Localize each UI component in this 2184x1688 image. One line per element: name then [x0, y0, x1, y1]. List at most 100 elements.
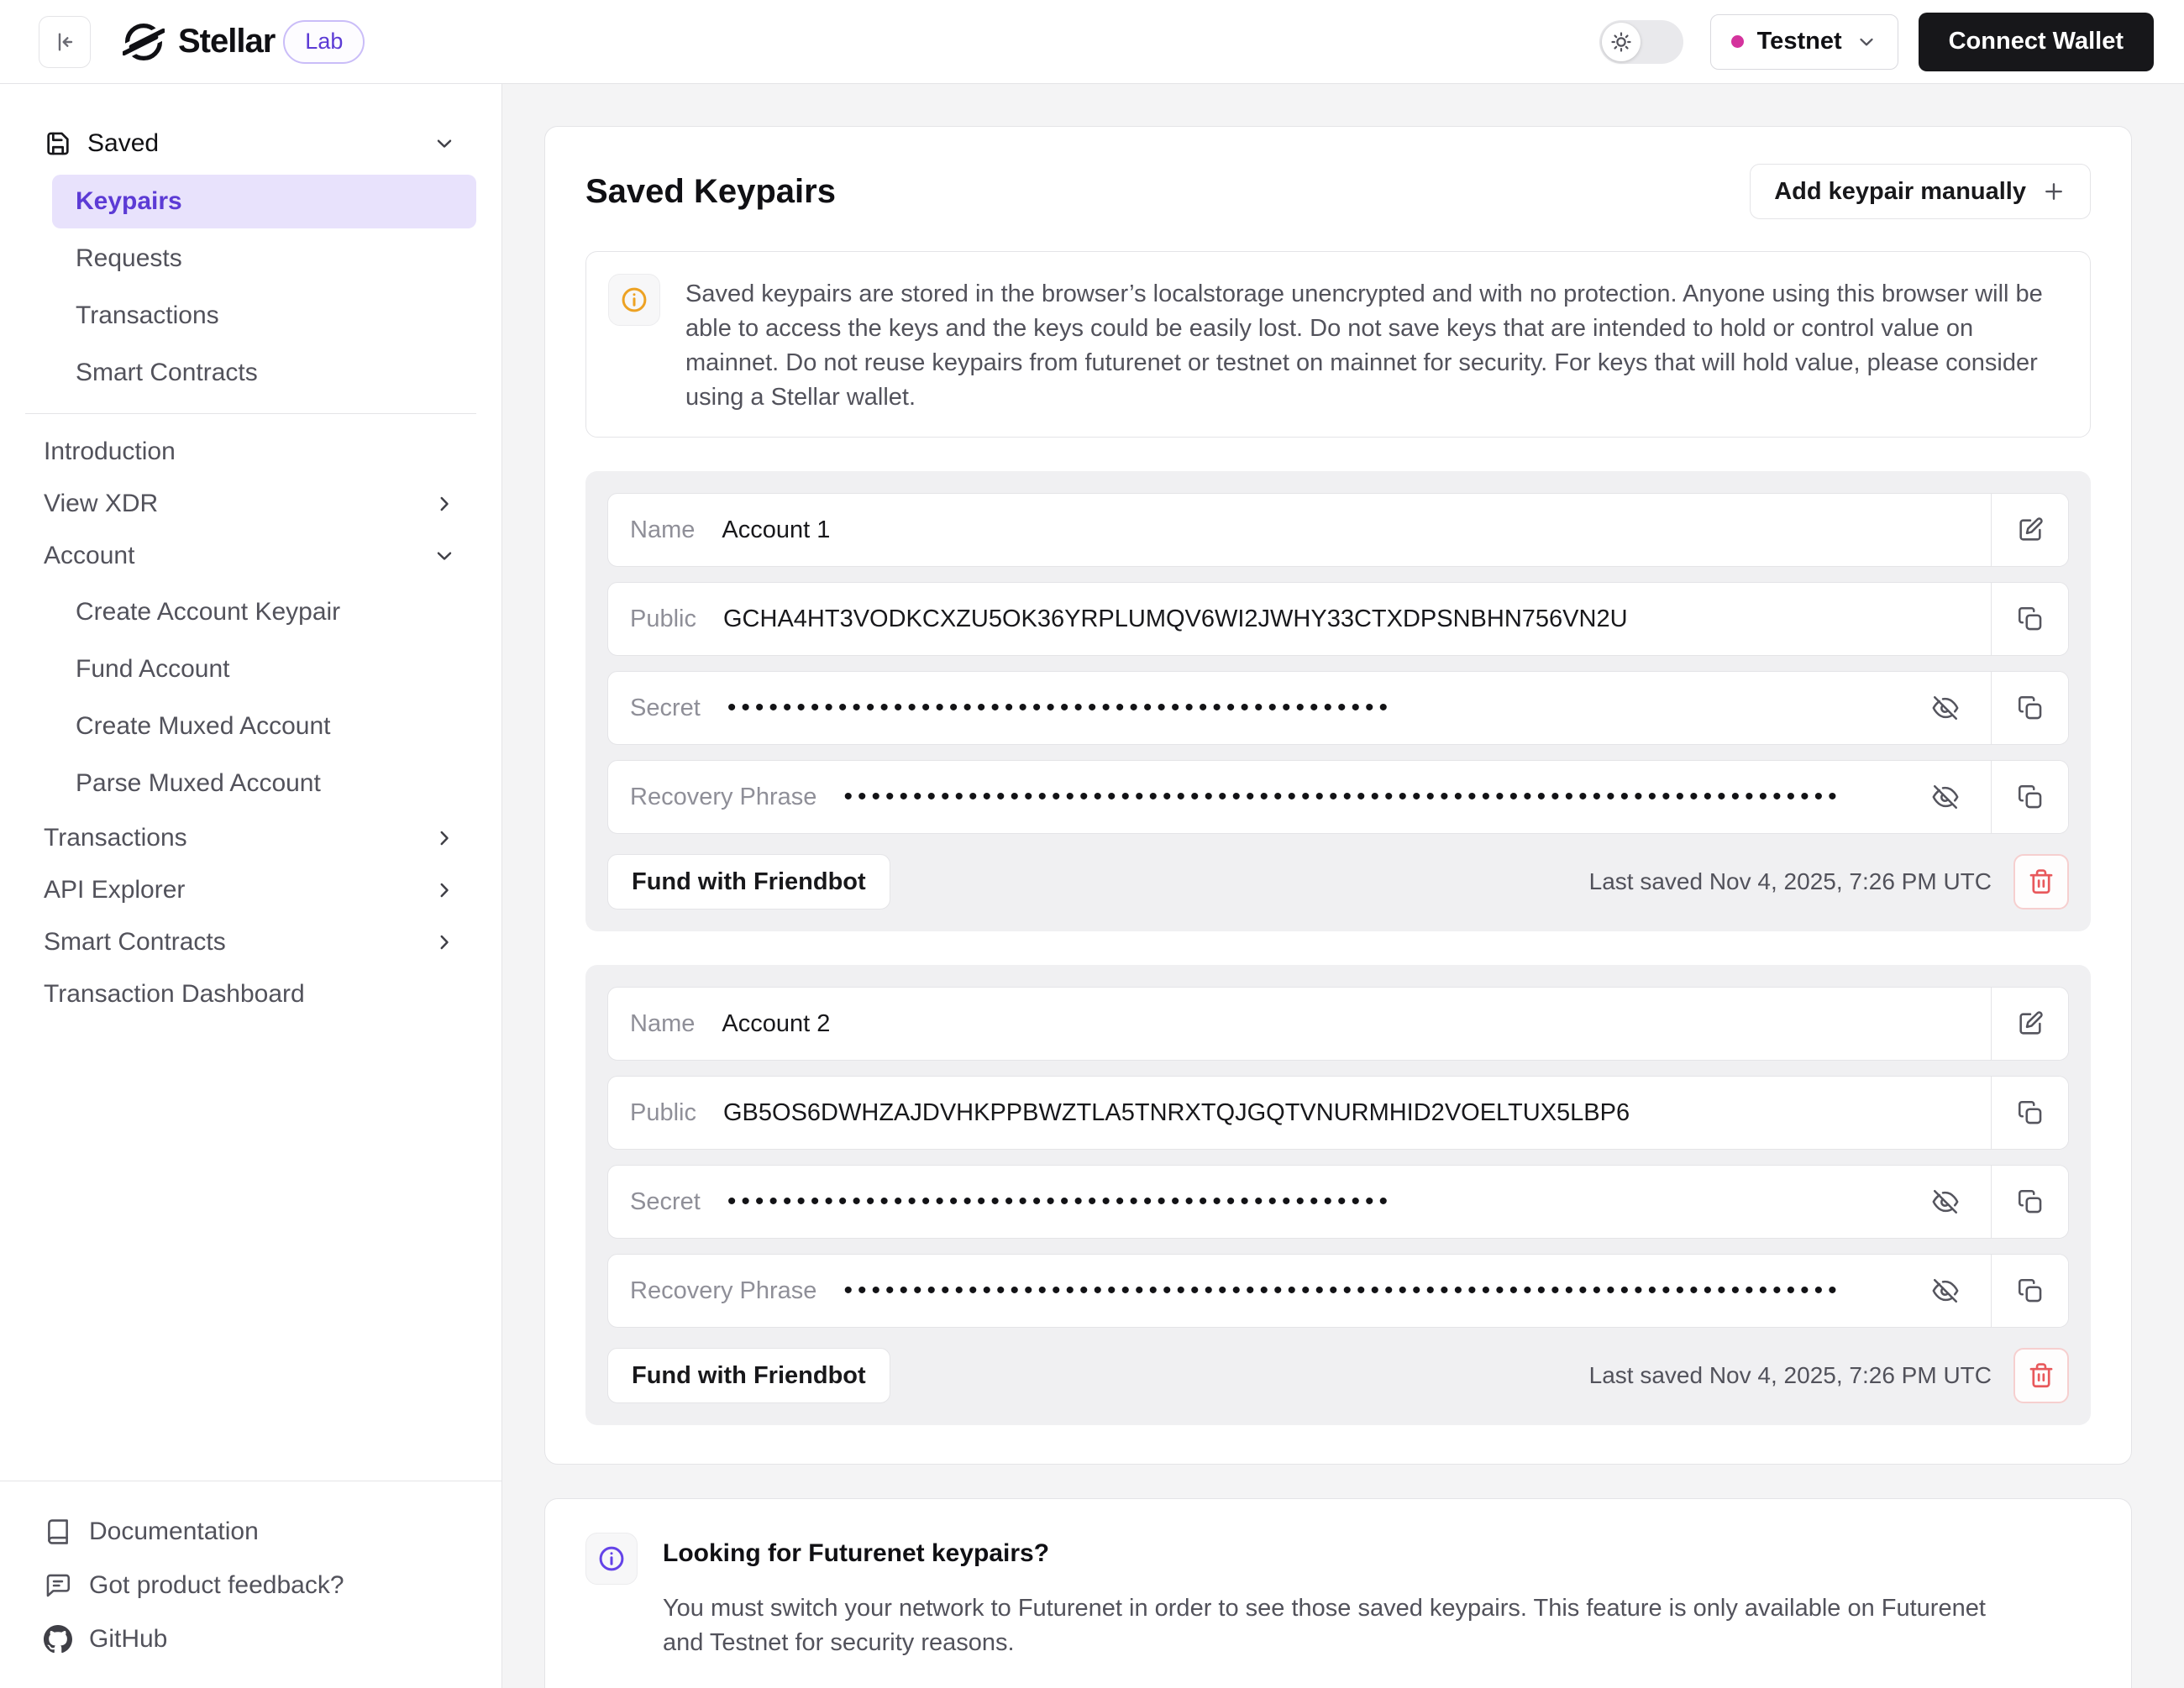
chevron-right-icon [433, 492, 456, 516]
chevron-down-icon [1856, 31, 1877, 53]
save-icon [44, 129, 72, 158]
public-key-field: Public GB5OS6DWHZAJDVHKPPBWZTLA5TNRXTQJG… [607, 1076, 2069, 1150]
fund-with-friendbot-button[interactable]: Fund with Friendbot [607, 1348, 890, 1403]
network-status-dot [1731, 35, 1744, 48]
collapse-sidebar-button[interactable] [39, 16, 91, 68]
book-icon [44, 1518, 72, 1546]
public-key-value: GB5OS6DWHZAJDVHKPPBWZTLA5TNRXTQJGQTVNURM… [723, 1099, 1630, 1127]
sidebar-section-saved[interactable]: Saved [25, 116, 476, 171]
sidebar-item-create-muxed-account[interactable]: Create Muxed Account [52, 700, 476, 753]
copy-public-key-button[interactable] [1991, 1077, 2068, 1149]
eye-off-icon [1931, 1276, 1960, 1305]
futurenet-info-card: Looking for Futurenet keypairs? You must… [544, 1498, 2132, 1688]
fund-with-friendbot-button[interactable]: Fund with Friendbot [607, 854, 890, 910]
copy-recovery-phrase-button[interactable] [1991, 1255, 2068, 1327]
sidebar-item-transaction-dashboard[interactable]: Transaction Dashboard [25, 968, 476, 1020]
top-header: Stellar Lab Testnet Connect Wallet [0, 0, 2184, 84]
sidebar-item-api-explorer[interactable]: API Explorer [25, 864, 476, 916]
chevron-right-icon [433, 878, 456, 902]
secret-key-field: Secret •••••••••••••••••••••••••••••••••… [607, 671, 2069, 745]
chevron-right-icon [433, 930, 456, 954]
copy-secret-key-button[interactable] [1991, 1166, 2068, 1238]
eye-off-icon [1931, 783, 1960, 811]
sidebar-item-keypairs[interactable]: Keypairs [52, 175, 476, 228]
main-content: Saved Keypairs Add keypair manually Save… [502, 84, 2184, 1688]
info-icon-chip [585, 1533, 638, 1585]
copy-public-key-button[interactable] [1991, 583, 2068, 655]
recovery-phrase-masked-value: ••••••••••••••••••••••••••••••••••••••••… [843, 784, 1908, 810]
copy-secret-key-button[interactable] [1991, 672, 2068, 744]
theme-toggle[interactable] [1599, 20, 1683, 64]
sidebar-item-account[interactable]: Account [25, 530, 476, 582]
warning-text: Saved keypairs are stored in the browser… [685, 274, 2068, 415]
plus-icon [2041, 179, 2066, 204]
public-key-field: Public GCHA4HT3VODKCXZU5OK36YRPLUMQV6WI2… [607, 582, 2069, 656]
toggle-recovery-visibility-button[interactable] [1922, 761, 1969, 833]
sidebar-footer: Documentation Got product feedback? GitH… [0, 1481, 501, 1688]
edit-icon [2016, 516, 2045, 544]
public-key-value: GCHA4HT3VODKCXZU5OK36YRPLUMQV6WI2JWHY33C… [723, 605, 1628, 633]
sidebar-item-introduction[interactable]: Introduction [25, 426, 476, 478]
delete-keypair-button[interactable] [2013, 854, 2069, 910]
sidebar-item-saved-transactions[interactable]: Transactions [52, 289, 476, 343]
copy-icon [2016, 1098, 2045, 1127]
connect-wallet-button[interactable]: Connect Wallet [1919, 13, 2154, 71]
sidebar-item-fund-account[interactable]: Fund Account [52, 642, 476, 696]
futurenet-body: You must switch your network to Futurene… [663, 1591, 1990, 1660]
toggle-recovery-visibility-button[interactable] [1922, 1255, 1969, 1327]
sidebar-item-transactions[interactable]: Transactions [25, 812, 476, 864]
last-saved-timestamp: Last saved Nov 4, 2025, 7:26 PM UTC [1589, 1362, 1992, 1389]
network-select[interactable]: Testnet [1710, 14, 1898, 70]
secret-key-field: Secret •••••••••••••••••••••••••••••••••… [607, 1165, 2069, 1239]
copy-icon [2016, 783, 2045, 811]
secret-key-masked-value: ••••••••••••••••••••••••••••••••••••••••… [727, 1189, 1908, 1214]
sidebar-link-documentation[interactable]: Documentation [44, 1505, 476, 1559]
sidebar-section-label: Saved [87, 129, 159, 158]
trash-icon [2027, 1361, 2055, 1390]
delete-keypair-button[interactable] [2013, 1348, 2069, 1403]
copy-icon [2016, 1276, 2045, 1305]
copy-icon [2016, 1187, 2045, 1216]
collapse-sidebar-icon [51, 29, 78, 55]
name-value: Account 1 [722, 516, 830, 544]
sidebar: Saved Keypairs Requests Transactions Sma… [0, 84, 502, 1688]
chevron-down-icon [433, 132, 456, 155]
sidebar-item-smart-contracts[interactable]: Smart Contracts [25, 916, 476, 968]
recovery-phrase-label: Recovery Phrase [630, 1277, 816, 1305]
page-title: Saved Keypairs [585, 173, 836, 211]
recovery-phrase-field: Recovery Phrase ••••••••••••••••••••••••… [607, 760, 2069, 834]
keypair-card-account-2: Name Account 2 Public GB5OS6DWHZAJDVHKPP… [585, 965, 2091, 1425]
last-saved-timestamp: Last saved Nov 4, 2025, 7:26 PM UTC [1589, 868, 1992, 895]
sun-icon [1609, 30, 1633, 54]
sidebar-item-view-xdr[interactable]: View XDR [25, 478, 476, 530]
sidebar-link-github[interactable]: GitHub [44, 1612, 476, 1666]
stellar-logo-link[interactable]: Stellar [123, 21, 275, 63]
stellar-logo-icon [123, 21, 165, 63]
sidebar-link-feedback[interactable]: Got product feedback? [44, 1559, 476, 1612]
toggle-secret-visibility-button[interactable] [1922, 1166, 1969, 1238]
copy-recovery-phrase-button[interactable] [1991, 761, 2068, 833]
sidebar-item-create-account-keypair[interactable]: Create Account Keypair [52, 585, 476, 639]
name-label: Name [630, 516, 695, 544]
app-window: Stellar Lab Testnet Connect Wallet Saved [0, 0, 2184, 1688]
recovery-phrase-label: Recovery Phrase [630, 784, 816, 811]
recovery-phrase-field: Recovery Phrase ••••••••••••••••••••••••… [607, 1254, 2069, 1328]
edit-name-button[interactable] [1991, 494, 2068, 566]
sidebar-nav: Saved Keypairs Requests Transactions Sma… [0, 116, 501, 1481]
name-value: Account 2 [722, 1010, 830, 1038]
sidebar-item-parse-muxed-account[interactable]: Parse Muxed Account [52, 757, 476, 810]
sidebar-item-saved-smart-contracts[interactable]: Smart Contracts [52, 346, 476, 400]
add-keypair-button[interactable]: Add keypair manually [1750, 164, 2091, 219]
eye-off-icon [1931, 694, 1960, 722]
brand-name: Stellar [178, 23, 275, 60]
toggle-secret-visibility-button[interactable] [1922, 672, 1969, 744]
secret-label: Secret [630, 1188, 701, 1216]
saved-keypairs-card: Saved Keypairs Add keypair manually Save… [544, 126, 2132, 1465]
copy-icon [2016, 694, 2045, 722]
name-field: Name Account 2 [607, 987, 2069, 1061]
localstorage-warning-box: Saved keypairs are stored in the browser… [585, 251, 2091, 438]
edit-name-button[interactable] [1991, 988, 2068, 1060]
futurenet-title: Looking for Futurenet keypairs? [663, 1533, 1990, 1568]
info-icon [596, 1544, 627, 1574]
sidebar-item-requests[interactable]: Requests [52, 232, 476, 286]
